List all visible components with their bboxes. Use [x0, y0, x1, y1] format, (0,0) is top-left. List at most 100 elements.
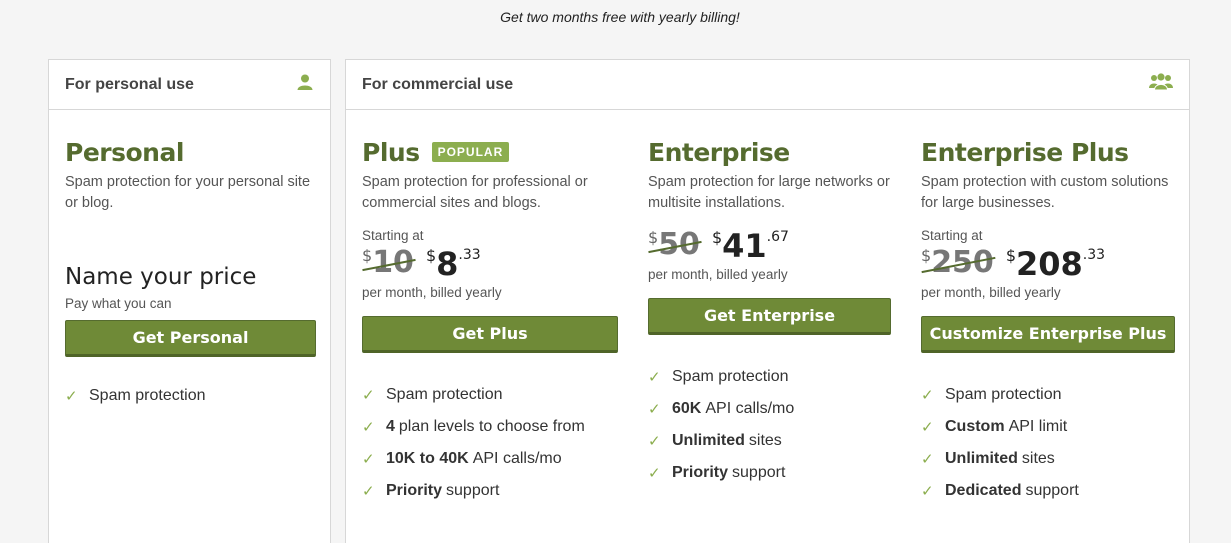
personal-panel: For personal use Personal Spam protectio… [48, 59, 331, 543]
old-amount: 50 [658, 227, 700, 262]
feature-text: plan levels to choose from [398, 418, 585, 435]
feature-text: API calls/mo [472, 450, 562, 467]
feature-bold: Custom [945, 418, 1005, 435]
check-icon: ✓ [362, 418, 375, 436]
plan-description: Spam protection for large networks or mu… [648, 174, 890, 211]
feature-text: API limit [1008, 418, 1068, 435]
feature-text: Spam protection [89, 387, 206, 404]
check-icon: ✓ [648, 432, 661, 450]
currency: $ [1005, 246, 1016, 265]
get-plus-button[interactable]: Get Plus [362, 316, 618, 353]
users-icon [1149, 73, 1173, 96]
feature-text: sites [748, 432, 782, 449]
old-price: $10 [362, 245, 414, 280]
plan-name: Enterprise [648, 137, 790, 167]
get-enterprise-button[interactable]: Get Enterprise [648, 298, 891, 335]
feature-item: ✓ 60K API calls/mo [648, 393, 891, 425]
billing-note: per month, billed yearly [648, 267, 788, 282]
old-price: $50 [648, 227, 700, 262]
feature-bold: Priority [386, 482, 443, 499]
feature-bold: Unlimited [945, 450, 1018, 467]
price-row: $50 $41.67 [648, 227, 891, 267]
feature-list: ✓ Spam protection ✓ Custom API limit ✓ Unlim… [921, 379, 1175, 507]
check-icon: ✓ [648, 368, 661, 386]
feature-text: Spam protection [945, 386, 1062, 403]
feature-text: Spam protection [672, 368, 789, 385]
feature-item: ✓ Unlimited sites [921, 443, 1175, 475]
currency: $ [711, 228, 723, 247]
current-price: $8.33 [426, 245, 481, 283]
commercial-panel-header: For commercial use [346, 60, 1189, 110]
plan-enterprise-plus: Enterprise Plus Spam protection with cus… [921, 110, 1175, 507]
old-currency: $ [921, 246, 932, 265]
feature-bold: Priority [672, 464, 729, 481]
user-icon [296, 73, 314, 96]
feature-item: ✓ Priority support [362, 475, 618, 507]
feature-text: support [1025, 482, 1079, 499]
old-currency: $ [362, 246, 373, 265]
personal-panel-header: For personal use [49, 60, 330, 110]
customize-enterprise-plus-button[interactable]: Customize Enterprise Plus [921, 316, 1175, 353]
check-icon: ✓ [921, 482, 934, 500]
old-currency: $ [648, 228, 659, 247]
feature-list: ✓ Spam protection ✓ 60K API calls/mo ✓ Unlim… [648, 361, 891, 489]
pay-what-you-can: Pay what you can [65, 296, 172, 311]
check-icon: ✓ [648, 464, 661, 482]
billing-note: per month, billed yearly [921, 285, 1061, 300]
feature-item: ✓ Spam protection [648, 361, 891, 393]
plan-description: Spam protection for your personal site o… [65, 174, 311, 211]
commercial-panel-title: For commercial use [362, 75, 514, 93]
starting-at: Starting at [921, 228, 983, 243]
feature-bold: 4 [386, 418, 395, 435]
feature-text: Spam protection [386, 386, 503, 403]
plan-plus: Plus POPULAR Spam protection for profess… [362, 110, 618, 507]
promo-text: Get two months free with yearly billing! [500, 9, 740, 25]
price-cents: .67 [766, 229, 789, 245]
feature-list: ✓ Spam protection [65, 380, 316, 412]
feature-item: ✓ Custom API limit [921, 411, 1175, 443]
price-amount: 41 [722, 227, 767, 265]
name-your-price: Name your price [65, 264, 257, 290]
old-price: $250 [921, 245, 994, 280]
feature-item: ✓ Spam protection [362, 379, 618, 411]
price-amount: 208 [1016, 245, 1083, 283]
billing-note: per month, billed yearly [362, 285, 502, 300]
check-icon: ✓ [362, 450, 375, 468]
feature-item: ✓ Unlimited sites [648, 425, 891, 457]
plan-name: Plus POPULAR [362, 135, 618, 169]
feature-item: ✓ Dedicated support [921, 475, 1175, 507]
price-cents: .33 [1082, 247, 1106, 263]
get-personal-button[interactable]: Get Personal [65, 320, 316, 357]
feature-bold: 60K [672, 400, 702, 417]
feature-bold: Unlimited [672, 432, 745, 449]
feature-item: ✓ Spam protection [65, 380, 316, 412]
feature-text: support [446, 482, 500, 499]
current-price: $208.33 [1006, 245, 1105, 283]
old-amount: 250 [931, 245, 994, 280]
price-cents: .33 [458, 247, 481, 263]
feature-item: ✓ 4 plan levels to choose from [362, 411, 618, 443]
plan-name: Personal [65, 137, 184, 167]
plan-description: Spam protection for professional or comm… [362, 174, 588, 211]
starting-at: Starting at [362, 228, 424, 243]
check-icon: ✓ [921, 418, 934, 436]
check-icon: ✓ [921, 386, 934, 404]
plan-description: Spam protection with custom solutions fo… [921, 174, 1169, 211]
feature-text: support [732, 464, 786, 481]
feature-bold: 10K to 40K [386, 450, 469, 467]
feature-text: sites [1021, 450, 1055, 467]
currency: $ [425, 246, 437, 265]
feature-item: ✓ Spam protection [921, 379, 1175, 411]
check-icon: ✓ [648, 400, 661, 418]
price-amount: 8 [436, 245, 459, 283]
price-row: $250 $208.33 [921, 245, 1175, 285]
feature-bold: Dedicated [945, 482, 1022, 499]
feature-list: ✓ Spam protection ✓ 4 plan levels to choose… [362, 379, 618, 507]
feature-item: ✓ Priority support [648, 457, 891, 489]
current-price: $41.67 [712, 227, 789, 265]
check-icon: ✓ [921, 450, 934, 468]
plan-name: Enterprise Plus [921, 137, 1129, 167]
commercial-panel: For commercial use Plus POPULAR Spam pro… [345, 59, 1190, 543]
personal-panel-title: For personal use [65, 75, 194, 93]
feature-text: API calls/mo [705, 400, 795, 417]
